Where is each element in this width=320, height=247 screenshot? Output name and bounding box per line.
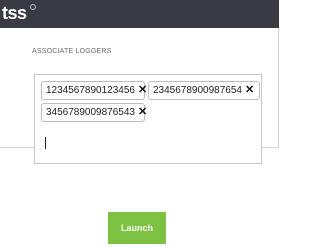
logger-tag: 1234567890123456 ✕ bbox=[41, 81, 147, 100]
remove-tag-icon[interactable]: ✕ bbox=[138, 103, 147, 122]
text-caret[interactable] bbox=[45, 137, 46, 149]
tss-logo: tss bbox=[2, 3, 27, 23]
logger-tag-input[interactable]: 1234567890123456 ✕ 2345678900987654 ✕ 34… bbox=[34, 74, 262, 164]
registered-mark-icon bbox=[30, 4, 36, 10]
logger-tag-value: 3456789009876543 bbox=[46, 107, 135, 118]
remove-tag-icon[interactable]: ✕ bbox=[245, 81, 254, 100]
logger-tag-value: 1234567890123456 bbox=[46, 85, 135, 96]
associate-loggers-panel: ASSOCIATE LOGGERS 1234567890123456 ✕ 234… bbox=[0, 28, 279, 164]
launch-button[interactable]: Launch bbox=[108, 212, 166, 244]
app-window: tss ASSOCIATE LOGGERS 1234567890123456 ✕… bbox=[0, 0, 279, 247]
top-header-bar: tss bbox=[0, 0, 279, 28]
logger-tag-value: 2345678900987654 bbox=[153, 85, 242, 96]
associate-loggers-label: ASSOCIATE LOGGERS bbox=[32, 48, 112, 55]
logger-tag: 2345678900987654 ✕ bbox=[148, 81, 260, 100]
logger-tag: 3456789009876543 ✕ bbox=[41, 103, 147, 122]
remove-tag-icon[interactable]: ✕ bbox=[138, 81, 147, 100]
